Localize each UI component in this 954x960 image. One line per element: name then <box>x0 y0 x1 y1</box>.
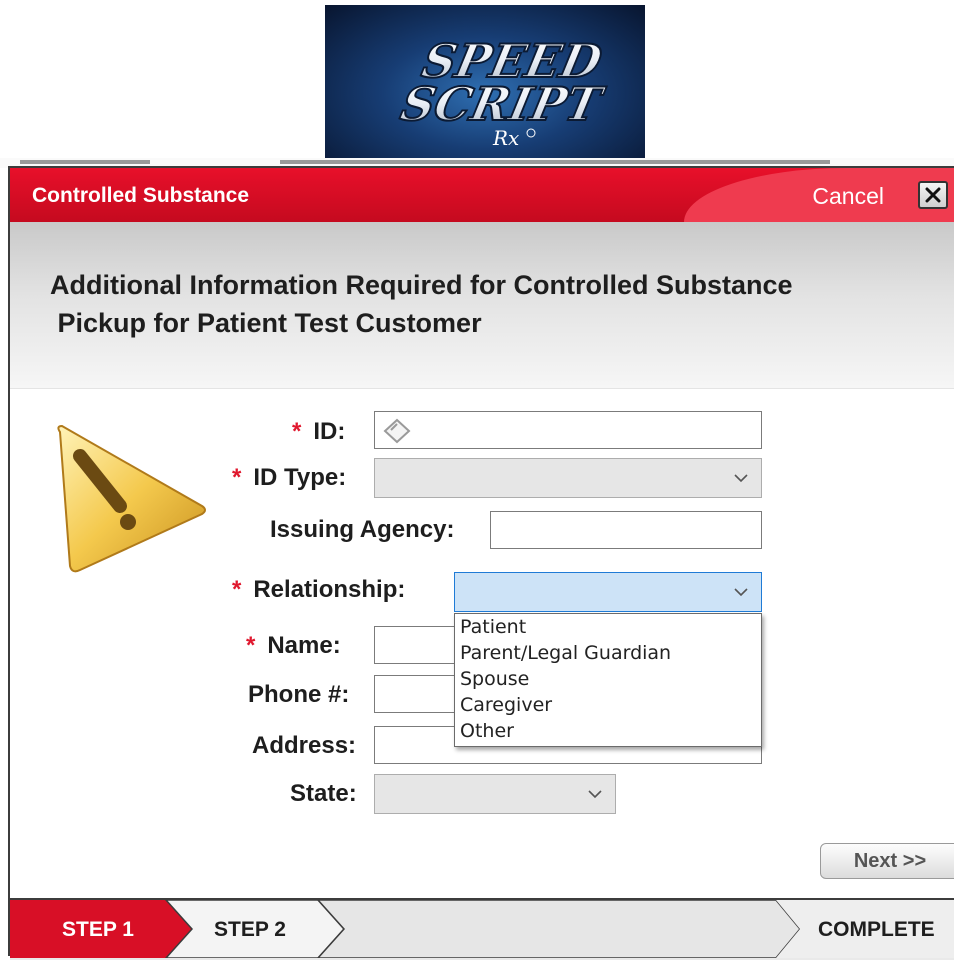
step-progress-bar: STEP 1 STEP 2 COMPLETE <box>10 898 954 960</box>
address-label: Address: <box>252 732 357 759</box>
relationship-option-parent-legal-guardian[interactable]: Parent/Legal Guardian <box>455 640 761 666</box>
issuing-agency-input[interactable] <box>490 511 762 549</box>
relationship-option-patient[interactable]: Patient <box>455 614 761 640</box>
logo-line2: SCRIPT <box>396 76 609 130</box>
chevron-down-icon <box>588 790 602 799</box>
required-marker: * <box>232 464 242 491</box>
next-button[interactable]: Next >> <box>820 843 954 879</box>
relationship-option-caregiver[interactable]: Caregiver <box>455 692 761 718</box>
relationship-option-other[interactable]: Other <box>455 718 761 744</box>
state-label: State: <box>290 780 357 807</box>
required-marker: * <box>292 418 302 445</box>
id-label-row: * ID: <box>292 418 345 446</box>
warning-icon <box>52 418 212 588</box>
dialog-header: Additional Information Required for Cont… <box>10 222 954 389</box>
close-icon <box>925 187 941 203</box>
issuing-agency-label: Issuing Agency: <box>270 516 455 543</box>
chevron-down-icon <box>734 474 748 483</box>
speedscript-logo: SPEED SCRIPT Rx <box>325 5 645 165</box>
id-card-icon <box>383 418 411 444</box>
name-label-row: * Name: <box>246 632 341 660</box>
phone-label: Phone #: <box>248 681 350 708</box>
relationship-select[interactable] <box>454 572 762 612</box>
relationship-label: Relationship: <box>253 576 406 603</box>
relationship-label-row: * Relationship: <box>232 576 405 604</box>
controlled-substance-dialog: Controlled Substance Cancel Additional I… <box>8 166 954 960</box>
id-label: ID: <box>313 418 346 445</box>
required-marker: * <box>232 576 242 603</box>
logo-rx-mark: Rx <box>492 126 519 150</box>
dialog-titlebar: Controlled Substance Cancel <box>10 168 954 222</box>
step-2[interactable]: STEP 2 <box>214 918 286 942</box>
dialog-heading: Additional Information Required for Cont… <box>50 270 793 338</box>
relationship-dropdown-list: Patient Parent/Legal Guardian Spouse Car… <box>454 613 762 747</box>
dialog-title: Controlled Substance <box>32 184 250 207</box>
step-1[interactable]: STEP 1 <box>62 918 134 942</box>
step-complete[interactable]: COMPLETE <box>818 918 935 942</box>
id-type-label-row: * ID Type: <box>232 464 346 492</box>
id-type-select[interactable] <box>374 458 762 498</box>
step-middle-background <box>316 900 801 958</box>
id-type-label: ID Type: <box>253 464 347 491</box>
state-select[interactable] <box>374 774 616 814</box>
required-marker: * <box>246 632 256 659</box>
name-label: Name: <box>267 632 341 659</box>
id-input[interactable] <box>374 411 762 449</box>
close-button[interactable] <box>918 181 948 209</box>
relationship-option-spouse[interactable]: Spouse <box>455 666 761 692</box>
cancel-link[interactable]: Cancel <box>812 183 884 210</box>
chevron-down-icon <box>734 588 748 597</box>
